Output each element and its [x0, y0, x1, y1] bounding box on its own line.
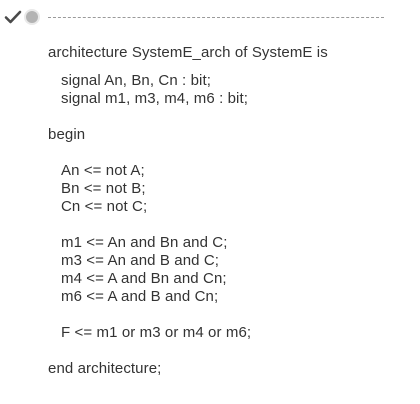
assignment-line: m4 <= A and Bn and Cn; — [61, 270, 227, 287]
signal-declaration-line: signal m1, m3, m4, m6 : bit; — [61, 90, 249, 107]
end-architecture-line: end architecture; — [48, 360, 162, 377]
answer-header — [0, 0, 420, 36]
check-icon — [4, 10, 22, 24]
assignment-line: An <= not A; — [61, 162, 145, 179]
assignment-line: Cn <= not C; — [61, 198, 148, 215]
assignment-line: Bn <= not B; — [61, 180, 146, 197]
vhdl-code-block: architecture SystemE_arch of SystemE is … — [48, 44, 388, 378]
begin-line: begin — [48, 126, 86, 143]
signal-declaration-line: signal An, Bn, Cn : bit; — [61, 72, 211, 89]
output-assignment-line: F <= m1 or m3 or m4 or m6; — [61, 324, 252, 341]
dashed-divider — [48, 17, 384, 18]
assignment-line: m1 <= An and Bn and C; — [61, 234, 228, 251]
assignment-line: m3 <= An and B and C; — [61, 252, 220, 269]
assignment-line: m6 <= A and B and Cn; — [61, 288, 219, 305]
architecture-line: architecture SystemE_arch of SystemE is — [48, 44, 328, 61]
dot-icon — [26, 11, 38, 23]
